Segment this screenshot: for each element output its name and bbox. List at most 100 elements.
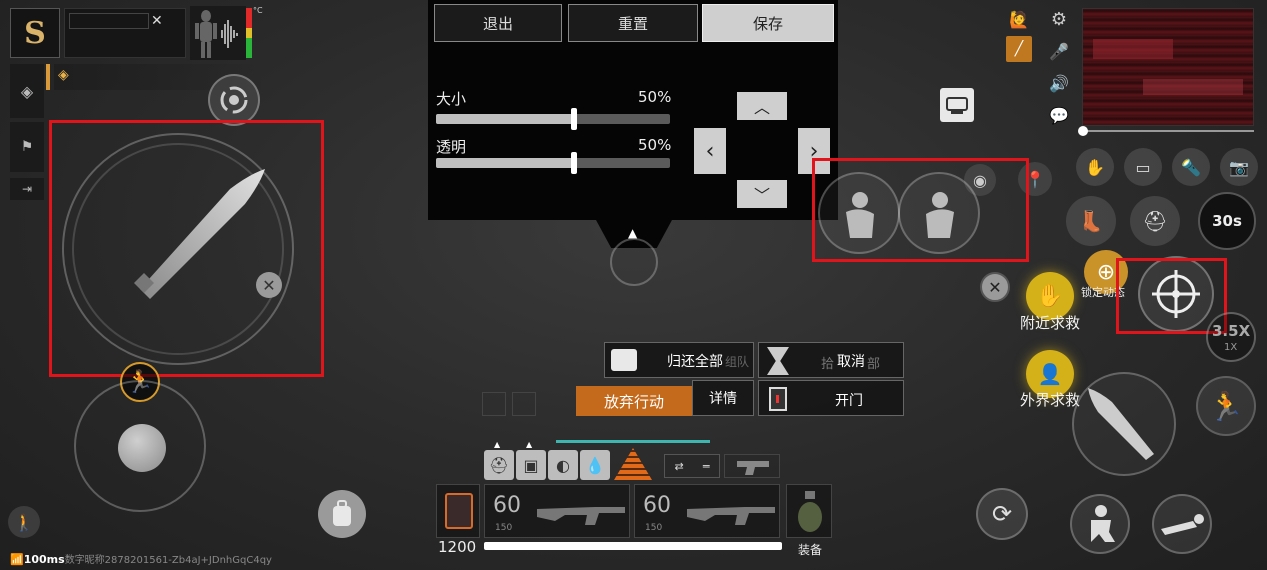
primary-ammo: 60 (493, 493, 521, 518)
reload-button[interactable]: ⟳ (976, 488, 1028, 540)
body-status (190, 6, 246, 60)
vest-icon: ▣ (523, 455, 539, 475)
save-tab-label: 保存 (752, 14, 783, 33)
minimap-scrubber-handle[interactable] (1078, 126, 1088, 136)
temperature-unit: °C (253, 6, 263, 15)
joystick-thumb[interactable] (118, 424, 166, 472)
center-crosshair-ring (610, 238, 658, 286)
rank-logo[interactable]: S (10, 8, 60, 58)
medkit-slot[interactable] (436, 484, 480, 538)
return-all-button[interactable]: 归还全部 组队 (604, 342, 754, 378)
crouch-icon (1091, 505, 1115, 542)
backpack-icon (333, 500, 351, 526)
opacity-label: 透明 (436, 138, 467, 156)
team-icon[interactable]: 🙋 (1008, 8, 1030, 30)
close-icon[interactable]: ✕ (151, 13, 163, 29)
move-down-button[interactable]: ﹀ (737, 180, 787, 208)
health-bar (484, 542, 782, 550)
compass-button[interactable]: ◈ (10, 64, 44, 118)
details-button[interactable]: 详情 (692, 380, 754, 416)
gadget-button-2[interactable]: ⛑ (1130, 196, 1180, 246)
open-door-button[interactable]: 开门 (758, 380, 904, 416)
move-left-button[interactable]: ‹ (694, 128, 726, 174)
quest-diamond-icon: ◈ (58, 67, 69, 83)
name-field[interactable]: ✕ (64, 8, 186, 58)
size-slider-thumb[interactable] (571, 108, 578, 130)
pistol-icon (737, 461, 769, 475)
minimap-scrubber[interactable] (1082, 130, 1254, 132)
screen-mode-button[interactable] (940, 88, 974, 122)
size-slider-track[interactable] (436, 114, 670, 124)
target-icon: ⊕ (1096, 259, 1116, 285)
item-slot-2[interactable]: ▭ (1124, 148, 1162, 186)
primary-reserve: 150 (495, 523, 513, 533)
card-icon: ▭ (1135, 157, 1151, 177)
primary-weapon-slot[interactable]: 60 150 (484, 484, 630, 538)
person-icon: 👤 (1037, 362, 1063, 386)
cancel-button[interactable]: 拾 取消 部 (758, 342, 904, 378)
secondary-reserve: 150 (645, 523, 663, 533)
speaker-icon[interactable]: 🔊 (1048, 72, 1070, 94)
rotate-icon (220, 86, 248, 114)
crouch-button[interactable] (1070, 494, 1130, 554)
water-drop-icon: 💧 (585, 455, 605, 475)
prone-button[interactable] (1152, 494, 1212, 554)
return-all-label: 归还全部 (667, 354, 723, 370)
microphone-icon[interactable]: 🎤 (1048, 40, 1070, 62)
settings-gear-icon[interactable]: ⚙ (1048, 8, 1070, 30)
melee-weapon-button[interactable]: ╱ (1006, 36, 1032, 62)
fire-button-right[interactable] (1072, 372, 1176, 476)
size-slider-fill (436, 114, 575, 124)
pistol-slot[interactable] (724, 454, 780, 478)
item-slot-4[interactable]: 📷 (1220, 148, 1258, 186)
rifle-icon-2 (687, 507, 775, 525)
rotate-camera-button[interactable] (208, 74, 260, 126)
jump-button[interactable]: 🏃 (1196, 376, 1256, 436)
helmet-caret-icon: ▲ (494, 440, 501, 449)
minimap-noise-2 (1143, 79, 1243, 95)
abandon-action-button[interactable]: 放弃行动 (576, 386, 692, 416)
walk-toggle-button[interactable]: 🚶 (8, 506, 40, 538)
armor-status: ▣ (516, 450, 546, 480)
chevron-up-icon: ︿ (753, 98, 770, 117)
walk-icon: 🚶 (14, 512, 34, 532)
exit-button[interactable]: ⇥ (10, 178, 44, 200)
movement-joystick[interactable] (74, 380, 206, 512)
fire-mode-toggle[interactable]: ⇄ ═ (664, 454, 720, 478)
zoom-sub: 1X (1224, 342, 1238, 353)
flag-button[interactable]: ⚑ (10, 122, 44, 172)
highlight-fire-button (49, 120, 324, 377)
gadget-button-1[interactable]: 👢 (1066, 196, 1116, 246)
reset-tab-label: 重置 (617, 14, 648, 33)
swap-icon: ⇄ (674, 459, 684, 473)
opacity-slider-track[interactable] (436, 158, 670, 168)
quick-slot-1[interactable] (482, 392, 506, 416)
secondary-ammo: 60 (643, 493, 671, 518)
camera-icon: 📷 (1229, 157, 1249, 177)
secondary-weapon-slot[interactable]: 60 150 (634, 484, 780, 538)
open-door-label: 开门 (835, 393, 863, 409)
opacity-slider-fill (436, 158, 575, 168)
bullet-icon-right (1088, 388, 1154, 460)
zoom-value: 3.5X (1212, 322, 1251, 340)
timer-value: 30s (1212, 212, 1242, 230)
minimap[interactable] (1082, 8, 1254, 126)
reset-tab[interactable]: 重置 (568, 4, 698, 42)
opacity-slider-thumb[interactable] (571, 152, 578, 174)
exit-tab[interactable]: 退出 (434, 4, 562, 42)
cancel-ghost-left: 拾 (821, 357, 835, 372)
move-up-button[interactable]: ︿ (737, 92, 787, 120)
save-tab[interactable]: 保存 (702, 4, 834, 42)
remove-widget-icon-2[interactable]: ✕ (980, 272, 1010, 302)
ability-timer-button[interactable]: 30s (1198, 192, 1256, 250)
money-value: 1200 (438, 538, 477, 556)
item-slot-3[interactable]: 🔦 (1172, 148, 1210, 186)
zoom-toggle-button[interactable]: 3.5X 1X (1206, 312, 1256, 362)
chat-icon[interactable]: 💬 (1048, 104, 1070, 126)
backpack-button[interactable] (318, 490, 366, 538)
quick-slot-2[interactable] (512, 392, 536, 416)
grenade-slot[interactable] (786, 484, 832, 538)
name-input[interactable] (69, 13, 149, 29)
item-slot-1[interactable]: ✋ (1076, 148, 1114, 186)
cancel-ghost-right: 部 (867, 357, 881, 372)
